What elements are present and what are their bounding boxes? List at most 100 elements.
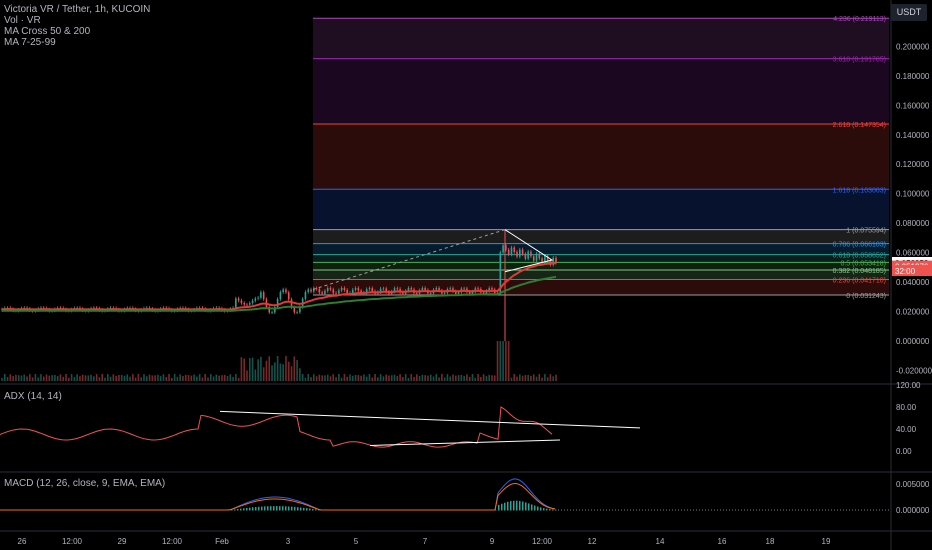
candle-body (237, 298, 240, 301)
volume-bar (84, 375, 87, 381)
candle-body (240, 300, 243, 303)
adx-axis-tick: 80.00 (896, 403, 917, 412)
volume-bar (1, 378, 3, 381)
candle-body (243, 302, 246, 305)
candle-body (248, 303, 251, 305)
volume-bar (432, 376, 435, 381)
volume-bar (243, 358, 246, 381)
volume-bar (290, 366, 293, 381)
candle-body (324, 290, 326, 294)
volume-bar (201, 377, 204, 381)
candle-body (513, 247, 516, 252)
volume-bar (168, 374, 170, 381)
volume-bar (301, 374, 304, 381)
macd-histogram-bar (312, 508, 314, 511)
volume-bar (335, 377, 337, 381)
candle-body (260, 292, 262, 298)
volume-bar (232, 376, 234, 381)
volume-bar (193, 374, 195, 381)
candle-body (262, 292, 265, 300)
macd-histogram-bar (537, 506, 539, 511)
volume-bar (62, 376, 65, 381)
candle-body (527, 251, 529, 259)
volume-bar (59, 374, 62, 381)
macd-histogram-bar (507, 501, 509, 511)
volume-bar (257, 359, 259, 381)
price-axis-tick: 0.000000 (896, 337, 930, 346)
volume-bar (491, 375, 493, 381)
volume-bar (438, 377, 440, 381)
volume-bar (81, 374, 84, 381)
volume-bar (3, 374, 6, 381)
price-axis-tick: 0.160000 (896, 101, 930, 110)
price-axis-tick: 0.200000 (896, 42, 930, 51)
macd-histogram-bar (510, 501, 512, 511)
time-axis-tick: 12:00 (162, 537, 183, 546)
candle-body (516, 251, 518, 257)
candle-body (530, 251, 532, 257)
macd-axis-tick: 0.000000 (896, 506, 930, 515)
candle-body (293, 307, 296, 313)
volume-bar (154, 375, 156, 381)
candle-body (538, 253, 541, 259)
macd-histogram-bar (246, 507, 248, 511)
chart-canvas[interactable]: 4.236 (0.219113) 3.618 (0.191705) 2.618 (0… (0, 0, 932, 550)
adx-trend-lower (369, 439, 561, 446)
price-axis-tick: 0.060000 (896, 249, 930, 258)
volume-bar (287, 361, 290, 381)
candle-body (287, 292, 290, 300)
volume-bar (229, 374, 232, 381)
macd-legend[interactable]: MACD (12, 26, close, 9, EMA, EMA) (4, 478, 165, 489)
volume-bar (126, 374, 129, 381)
fib-level-label: 0.236 (0.041710) (833, 278, 886, 285)
volume-legend[interactable]: Vol · VR (4, 15, 150, 26)
symbol-title[interactable]: Victoria VR / Tether, 1h, KUCOIN (4, 4, 150, 15)
macd-histogram-bar (279, 506, 281, 511)
volume-bar (435, 374, 438, 381)
volume-bar (65, 374, 67, 381)
volume-bar (95, 374, 98, 381)
candle-body (502, 245, 504, 253)
macd-histogram-bar (525, 502, 527, 511)
volume-bar (157, 374, 159, 381)
volume-bar (429, 374, 432, 381)
candle-body (510, 247, 513, 255)
volume-bar (541, 377, 543, 381)
volume-bar (17, 375, 20, 381)
time-axis-tick: 7 (423, 537, 428, 546)
time-axis-tick: 9 (490, 537, 495, 546)
volume-bar (45, 374, 48, 381)
volume-bar (112, 374, 115, 381)
macd-histogram-bar (243, 508, 245, 511)
volume-bar (120, 375, 123, 381)
volume-bar (299, 368, 301, 381)
candle-body (326, 288, 329, 291)
volume-bar (148, 374, 151, 381)
volume-bar (171, 377, 173, 381)
adx-legend[interactable]: ADX (14, 14) (4, 391, 62, 402)
macd-histogram-bar (315, 509, 317, 511)
volume-bar (488, 374, 490, 381)
time-axis-tick: 16 (718, 537, 727, 546)
candle-body (354, 288, 357, 290)
macd-histogram-bar (267, 506, 269, 511)
time-axis-tick: 3 (286, 537, 291, 546)
volume-bar (519, 374, 521, 381)
volume-bar (399, 374, 401, 381)
volume-bar (326, 374, 329, 381)
volume-bar (123, 375, 126, 381)
fib-zone (313, 18, 889, 59)
adx-axis-tick: 120.00 (896, 381, 921, 390)
currency-button[interactable]: USDT (891, 4, 927, 21)
ma-cross-legend[interactable]: MA Cross 50 & 200 (4, 26, 150, 37)
volume-bar (237, 377, 240, 381)
macd-histogram-bar (285, 506, 287, 511)
candle-body (524, 254, 527, 259)
ma-ribbon-legend[interactable]: MA 7-25-99 (4, 37, 150, 48)
candle-body (357, 288, 360, 291)
candle-body (246, 304, 248, 306)
volume-bar (510, 377, 513, 381)
volume-bar (452, 374, 454, 381)
volume-bar (159, 376, 162, 381)
volume-bar (374, 374, 376, 381)
